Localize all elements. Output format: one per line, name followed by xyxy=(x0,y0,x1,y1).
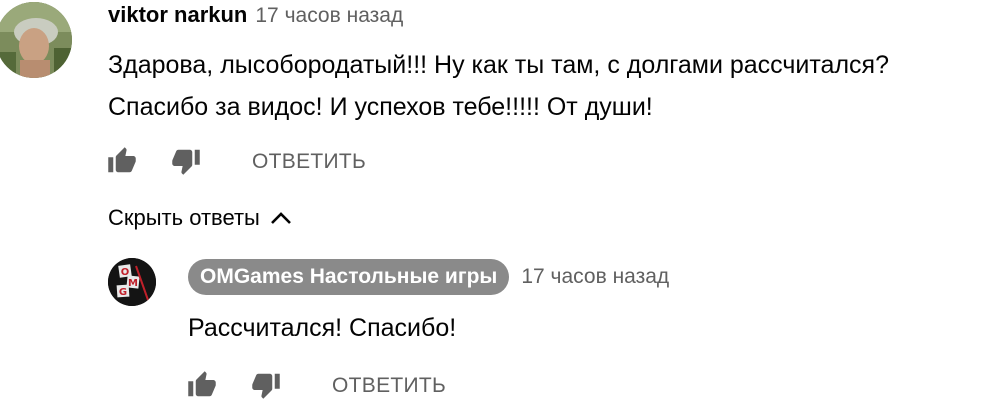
thumb-up-icon[interactable] xyxy=(106,146,140,178)
avatar[interactable] xyxy=(0,2,72,78)
comment-actions: ОТВЕТИТЬ xyxy=(106,144,366,180)
logo-letter-g: G xyxy=(119,287,127,298)
comment-header: viktor narkun 17 часов назад xyxy=(108,2,403,32)
omg-logo-icon: O M G xyxy=(108,258,156,306)
comment-text: Здарова, лысобородатый!!! Ну как ты там,… xyxy=(108,44,988,128)
reply-button[interactable]: ОТВЕТИТЬ xyxy=(252,150,366,174)
reply-header: OMGames Настольные игры 17 часов назад xyxy=(188,258,669,296)
chevron-up-icon xyxy=(270,212,291,224)
thumb-down-icon[interactable] xyxy=(250,370,284,402)
thumb-down-icon[interactable] xyxy=(170,146,204,178)
reply-text: Рассчитался! Спасибо! xyxy=(188,314,457,342)
comment-thread: viktor narkun 17 часов назад Здарова, лы… xyxy=(0,0,995,408)
hide-replies-label: Скрыть ответы xyxy=(108,205,260,230)
reply-avatar[interactable]: O M G xyxy=(108,258,156,306)
reply-actions: ОТВЕТИТЬ xyxy=(186,368,446,404)
logo-letter-o: O xyxy=(121,267,130,278)
logo-letter-m: M xyxy=(128,278,138,289)
reply-timestamp[interactable]: 17 часов назад xyxy=(521,265,669,289)
channel-owner-badge[interactable]: OMGames Настольные игры xyxy=(188,259,510,295)
thumb-up-icon[interactable] xyxy=(186,370,220,402)
comment-text-line: Здарова, лысобородатый!!! Ну как ты там,… xyxy=(108,51,889,79)
avatar-photo xyxy=(0,2,72,78)
comment-timestamp[interactable]: 17 часов назад xyxy=(255,4,403,28)
reply-button[interactable]: ОТВЕТИТЬ xyxy=(332,374,446,398)
hide-replies-button[interactable]: Скрыть ответы xyxy=(108,200,292,236)
comment-text-line: Спасибо за видос! И успехов тебе!!!!! От… xyxy=(108,93,653,121)
author-name[interactable]: viktor narkun xyxy=(108,2,247,28)
